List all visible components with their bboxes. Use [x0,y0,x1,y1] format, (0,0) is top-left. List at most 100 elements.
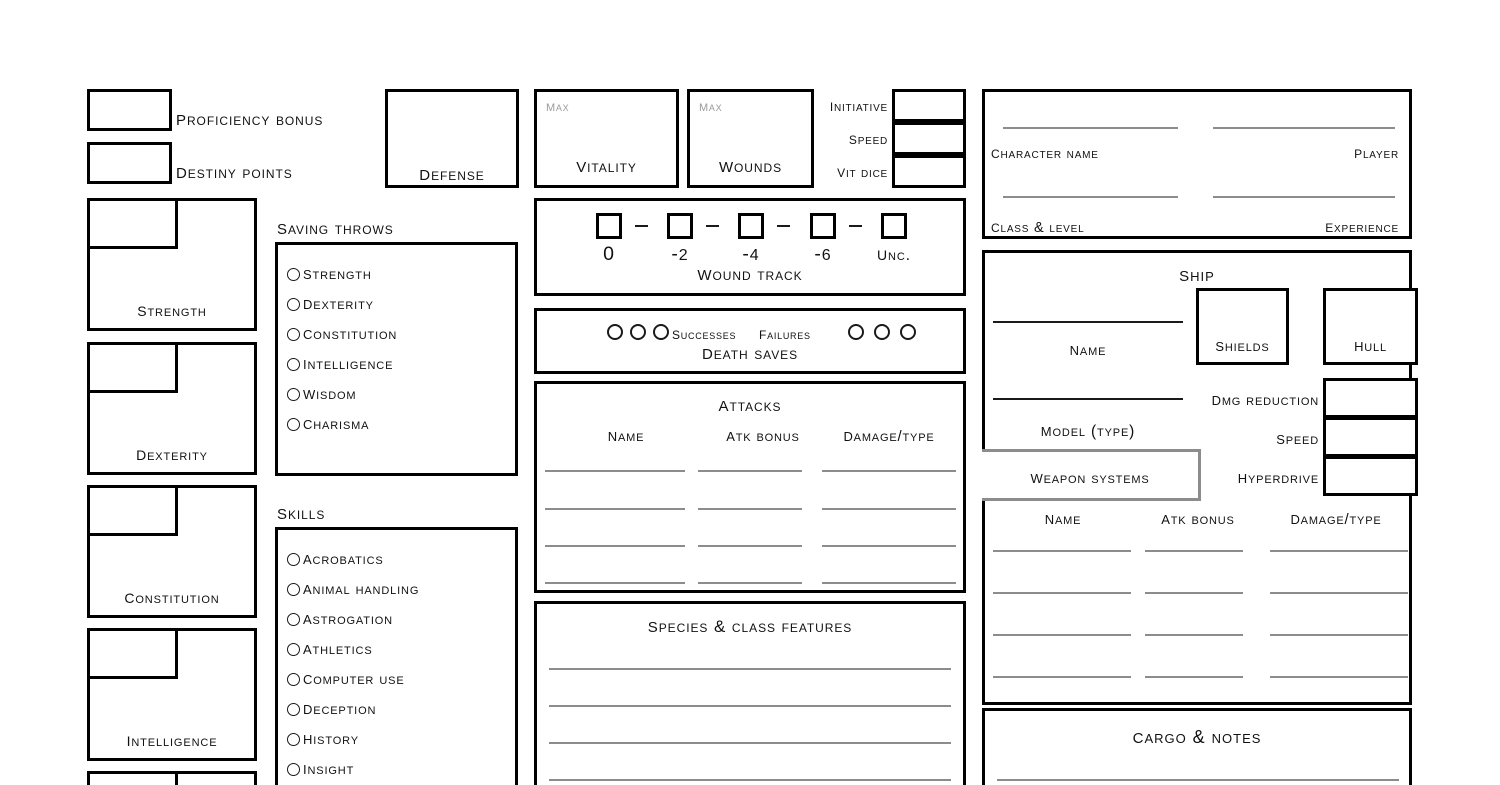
ability-block-dexterity[interactable]: Dexterity [87,342,257,475]
initiative-value-box[interactable] [892,89,966,122]
wound-track-step-box-3[interactable] [810,213,836,239]
checkbox-circle-icon[interactable] [287,552,300,566]
ship-hyperdrive-value-box[interactable] [1323,456,1418,496]
ship-weapon-row-line[interactable] [1270,676,1408,678]
features-row-line[interactable] [549,779,951,781]
ship-weapon-row-line[interactable] [1145,634,1243,636]
checkbox-circle-icon[interactable] [287,327,300,341]
attacks-panel: Attacks Name Atk Bonus Damage/Type [534,381,966,593]
checkbox-circle-icon[interactable] [287,672,300,686]
ship-panel: Ship Name Model (Type) Shields Hull Dmg … [982,250,1418,705]
skill-item-deception[interactable]: Deception [278,694,515,724]
checkbox-circle-icon[interactable] [287,642,300,656]
wound-track-step-box-0[interactable] [596,213,622,239]
skill-item-acrobatics[interactable]: Acrobatics [278,544,515,574]
death-save-success-circle-2[interactable] [630,324,646,340]
saving-throw-item-wisdom[interactable]: Wisdom [278,379,515,409]
attacks-row-line[interactable] [822,470,956,472]
ship-weapon-row-line[interactable] [1270,592,1408,594]
ability-modifier-box-dexterity[interactable] [90,345,178,393]
vit-dice-value-box[interactable] [892,155,966,188]
experience-input-line[interactable] [1213,196,1395,198]
ship-shields-box[interactable]: Shields [1196,288,1289,365]
ship-dmg-reduction-value-box[interactable] [1323,378,1418,418]
class-level-input-line[interactable] [1003,196,1178,198]
saving-throw-item-intelligence[interactable]: Intelligence [278,349,515,379]
checkbox-circle-icon[interactable] [287,762,300,776]
death-save-failure-circle-1[interactable] [848,324,864,340]
skill-item-astrogation[interactable]: Astrogation [278,604,515,634]
ship-shields-label: Shields [1215,334,1270,355]
checkbox-circle-icon[interactable] [287,582,300,596]
speed-value-box[interactable] [892,122,966,155]
saving-throw-item-dexterity[interactable]: Dexterity [278,289,515,319]
ship-weapon-row-line[interactable] [993,634,1131,636]
skill-item-history[interactable]: History [278,724,515,754]
saving-throw-item-strength[interactable]: Strength [278,259,515,289]
attacks-row-line[interactable] [822,582,956,584]
checkbox-circle-icon[interactable] [287,417,300,431]
checkbox-circle-icon[interactable] [287,387,300,401]
attacks-column-damage-type: Damage/Type [843,424,935,445]
cargo-notes-row-line[interactable] [997,779,1399,781]
skill-item-insight[interactable]: Insight [278,754,515,784]
proficiency-bonus-box[interactable] [87,89,172,131]
player-input-line[interactable] [1213,127,1395,129]
ship-weapon-row-line[interactable] [1145,676,1243,678]
checkbox-circle-icon[interactable] [287,357,300,371]
destiny-points-box[interactable] [87,142,172,184]
attacks-row-line[interactable] [698,470,802,472]
ship-model-input-line[interactable] [993,398,1183,400]
ability-block-intelligence[interactable]: Intelligence [87,628,257,761]
attacks-row-line[interactable] [545,582,685,584]
attacks-row-line[interactable] [545,470,685,472]
ship-weapon-row-line[interactable] [993,676,1131,678]
attacks-row-line[interactable] [545,545,685,547]
ability-block-strength[interactable]: Strength [87,198,257,331]
wound-track-step-label-0: 0 [603,243,615,265]
features-row-line[interactable] [549,705,951,707]
wound-track-step-box-4[interactable] [881,213,907,239]
wound-track-step-box-2[interactable] [738,213,764,239]
saving-throw-item-constitution[interactable]: Constitution [278,319,515,349]
ship-speed-value-box[interactable] [1323,417,1418,457]
features-row-line[interactable] [549,742,951,744]
skill-item-athletics[interactable]: Athletics [278,634,515,664]
death-save-success-circle-3[interactable] [653,324,669,340]
attacks-row-line[interactable] [822,508,956,510]
ability-block-constitution[interactable]: Constitution [87,485,257,618]
checkbox-circle-icon[interactable] [287,612,300,626]
checkbox-circle-icon[interactable] [287,297,300,311]
attacks-row-line[interactable] [822,545,956,547]
checkbox-circle-icon[interactable] [287,732,300,746]
attacks-row-line[interactable] [698,545,802,547]
vitality-box[interactable]: Max Vitality [534,89,679,188]
attacks-row-line[interactable] [545,508,685,510]
ship-name-input-line[interactable] [993,321,1183,323]
ship-weapon-row-line[interactable] [1270,634,1408,636]
features-row-line[interactable] [549,668,951,670]
attacks-row-line[interactable] [698,508,802,510]
ship-weapon-row-line[interactable] [1270,550,1408,552]
ship-weapon-row-line[interactable] [993,592,1131,594]
attacks-row-line[interactable] [698,582,802,584]
ability-modifier-box-strength[interactable] [90,201,178,249]
checkbox-circle-icon[interactable] [287,267,300,281]
character-name-input-line[interactable] [1003,127,1178,129]
wound-track-step-box-1[interactable] [667,213,693,239]
ship-weapon-row-line[interactable] [1145,550,1243,552]
death-save-failure-circle-2[interactable] [874,324,890,340]
ability-modifier-box-wisdom[interactable] [90,774,178,785]
skill-item-animal-handling[interactable]: Animal Handling [278,574,515,604]
ability-modifier-box-intelligence[interactable] [90,631,178,679]
saving-throw-item-charisma[interactable]: Charisma [278,409,515,439]
death-save-failure-circle-3[interactable] [900,324,916,340]
ability-modifier-box-constitution[interactable] [90,488,178,536]
skill-item-computer-use[interactable]: Computer Use [278,664,515,694]
ship-weapon-row-line[interactable] [993,550,1131,552]
ship-hull-box[interactable]: Hull [1323,288,1418,365]
checkbox-circle-icon[interactable] [287,702,300,716]
ability-block-wisdom[interactable]: Wisdom [87,771,257,785]
ship-weapon-row-line[interactable] [1145,592,1243,594]
death-save-success-circle-1[interactable] [607,324,623,340]
